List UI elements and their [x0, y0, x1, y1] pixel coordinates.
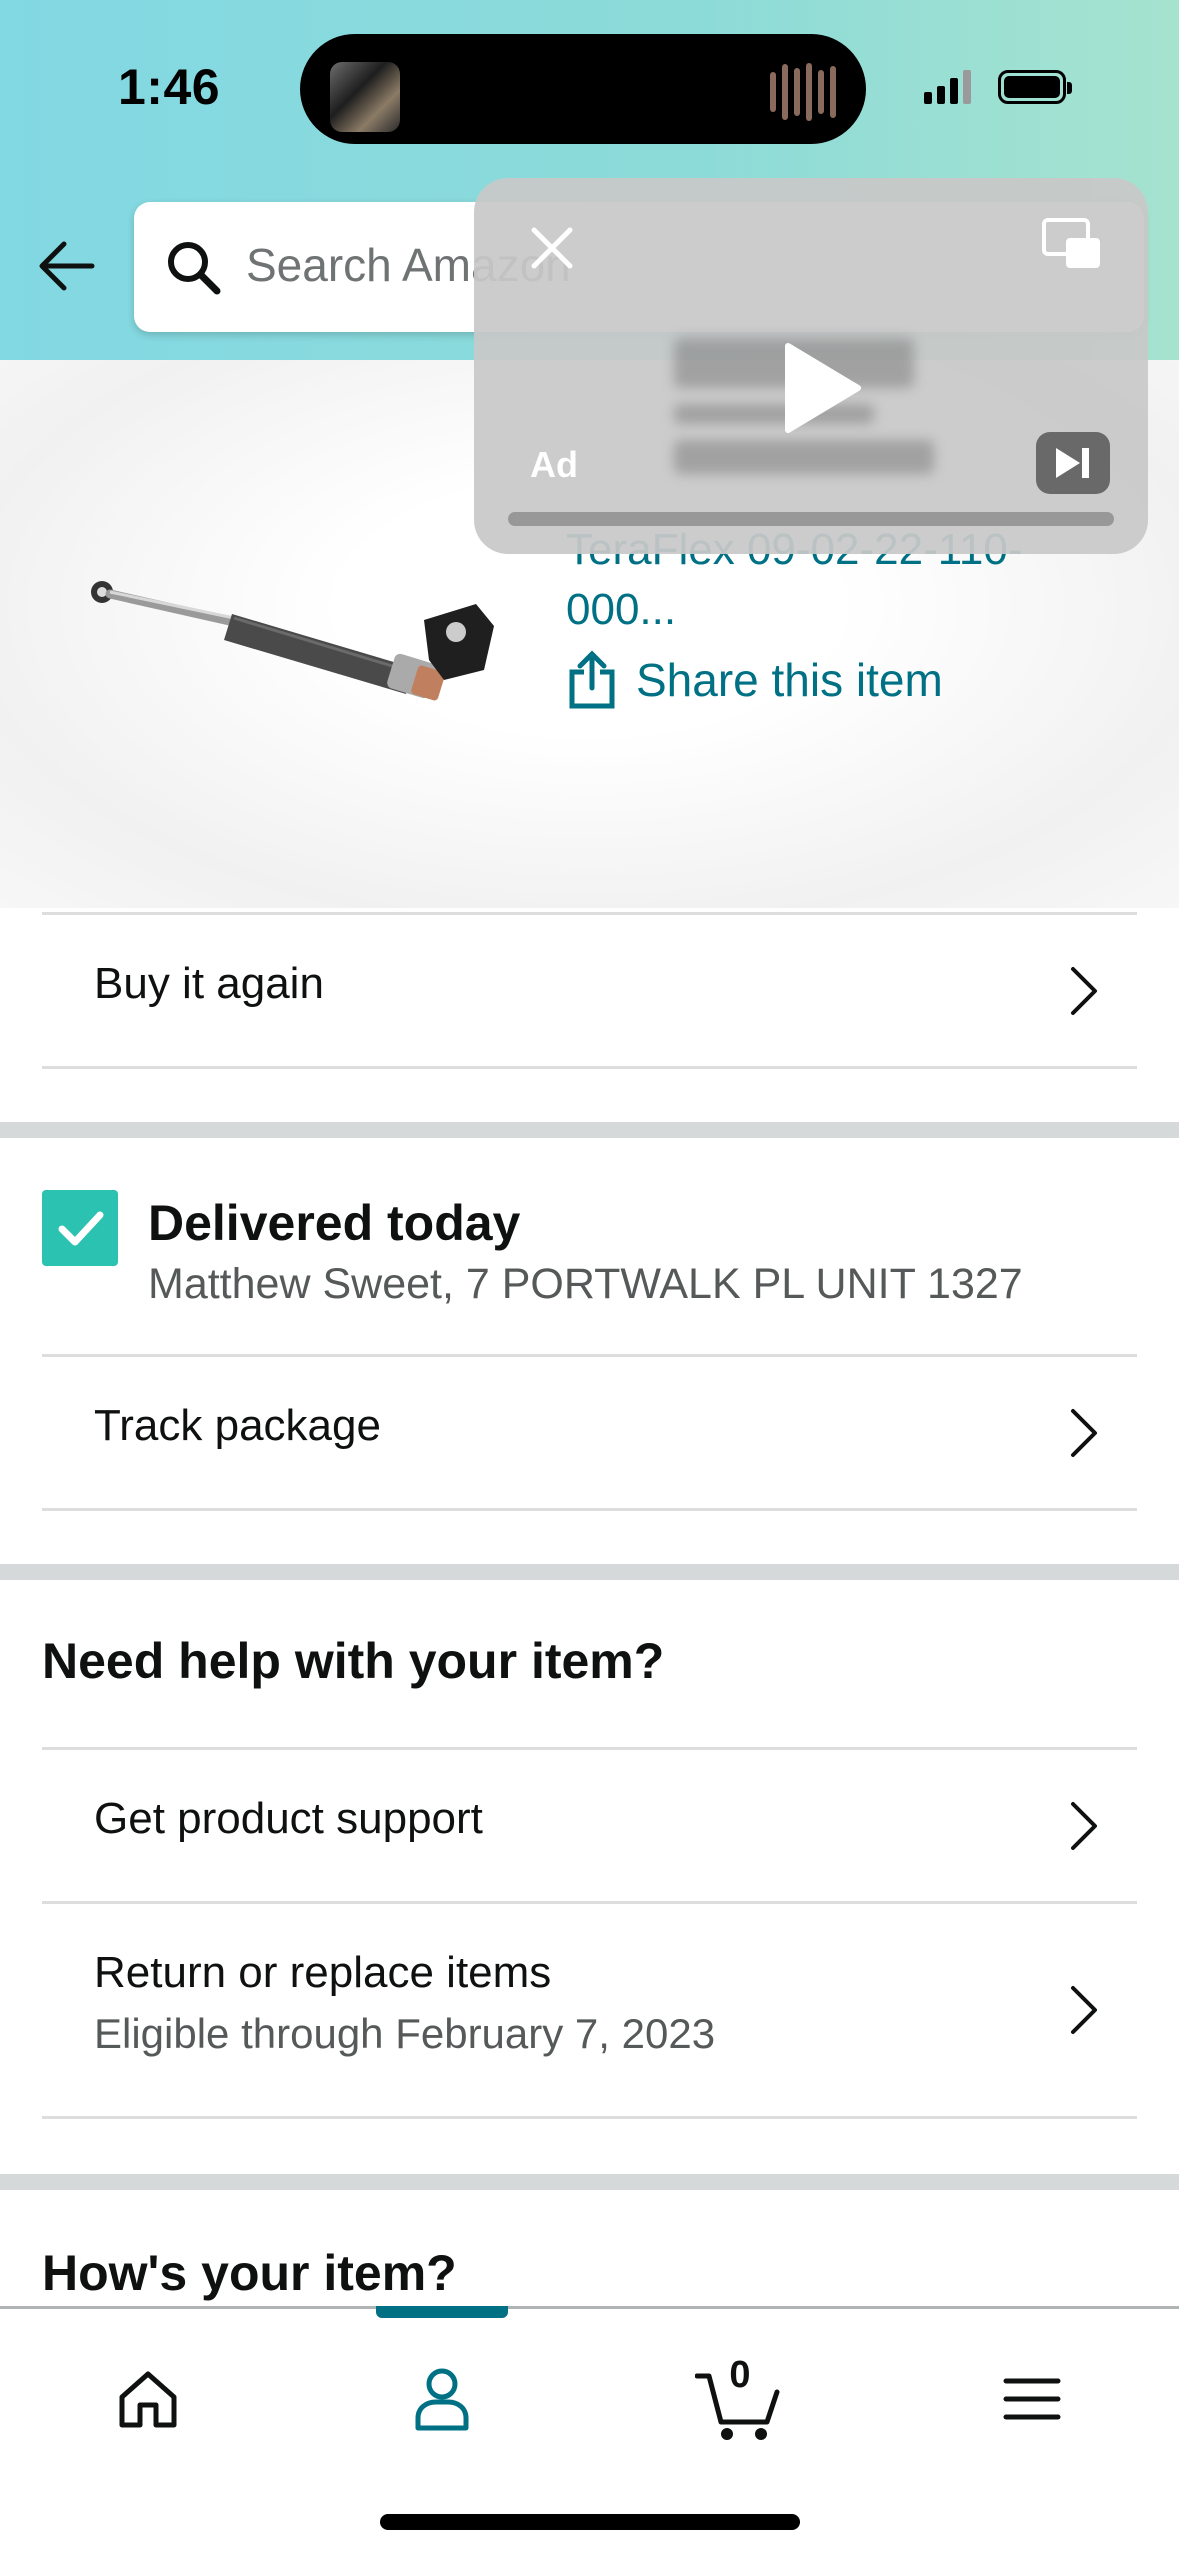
picture-in-picture-icon[interactable]	[1040, 216, 1104, 272]
battery-icon	[998, 70, 1072, 104]
dynamic-island[interactable]	[300, 34, 866, 144]
return-replace-row[interactable]: Return or replace items Eligible through…	[0, 1904, 1179, 2116]
share-item-label: Share this item	[636, 654, 943, 706]
person-icon	[415, 2368, 469, 2431]
divider	[42, 2116, 1137, 2119]
home-icon	[119, 2371, 177, 2428]
help-section-title: Need help with your item?	[42, 1633, 665, 1689]
hamburger-menu-icon	[1003, 2378, 1061, 2420]
home-indicator[interactable]	[380, 2514, 800, 2530]
section-separator	[0, 1122, 1179, 1138]
section-separator	[0, 2174, 1179, 2190]
play-icon[interactable]	[774, 338, 864, 438]
delivery-status: Delivered today	[148, 1195, 521, 1251]
return-eligibility-text: Eligible through February 7, 2023	[94, 2010, 716, 2057]
buy-it-again-label: Buy it again	[94, 959, 324, 1008]
return-replace-label: Return or replace items	[94, 1948, 552, 1997]
audio-waveform-icon	[770, 62, 836, 122]
chevron-right-icon	[1071, 1986, 1097, 2034]
cart-icon: 0	[695, 2354, 785, 2444]
skip-next-icon[interactable]	[1036, 432, 1110, 494]
buy-it-again-row[interactable]: Buy it again	[0, 915, 1179, 1067]
ad-label: Ad	[530, 444, 578, 485]
track-package-label: Track package	[94, 1401, 381, 1450]
cellular-signal-icon	[924, 70, 971, 104]
divider	[42, 1508, 1137, 1511]
status-time: 1:46	[118, 59, 221, 115]
back-arrow-icon[interactable]	[34, 234, 98, 298]
delivery-address: Matthew Sweet, 7 PORTWALK PL UNIT 1327	[148, 1260, 1023, 1308]
share-item-button[interactable]: Share this item	[566, 650, 943, 710]
nav-cart[interactable]: 0	[680, 2349, 800, 2449]
nav-account[interactable]	[382, 2349, 502, 2449]
active-tab-indicator	[376, 2306, 508, 2318]
now-playing-artwork	[330, 62, 400, 132]
product-image[interactable]	[84, 560, 504, 730]
product-support-row[interactable]: Get product support	[0, 1750, 1179, 1902]
divider	[42, 1066, 1137, 1069]
share-icon	[569, 650, 615, 709]
nav-menu[interactable]	[972, 2349, 1092, 2449]
chevron-right-icon	[1071, 1802, 1097, 1850]
product-support-label: Get product support	[94, 1794, 483, 1843]
search-icon	[168, 242, 221, 295]
nav-home[interactable]	[88, 2349, 208, 2449]
section-separator	[0, 1564, 1179, 1580]
delivered-check-icon	[42, 1190, 118, 1266]
chevron-right-icon	[1071, 1409, 1097, 1457]
ad-progress-bar[interactable]	[508, 512, 1114, 526]
close-icon[interactable]	[522, 218, 582, 278]
track-package-row[interactable]: Track package	[0, 1357, 1179, 1509]
video-ad-overlay[interactable]: Ad	[474, 178, 1148, 554]
chevron-right-icon	[1071, 967, 1097, 1015]
review-section-title: How's your item?	[42, 2245, 457, 2301]
